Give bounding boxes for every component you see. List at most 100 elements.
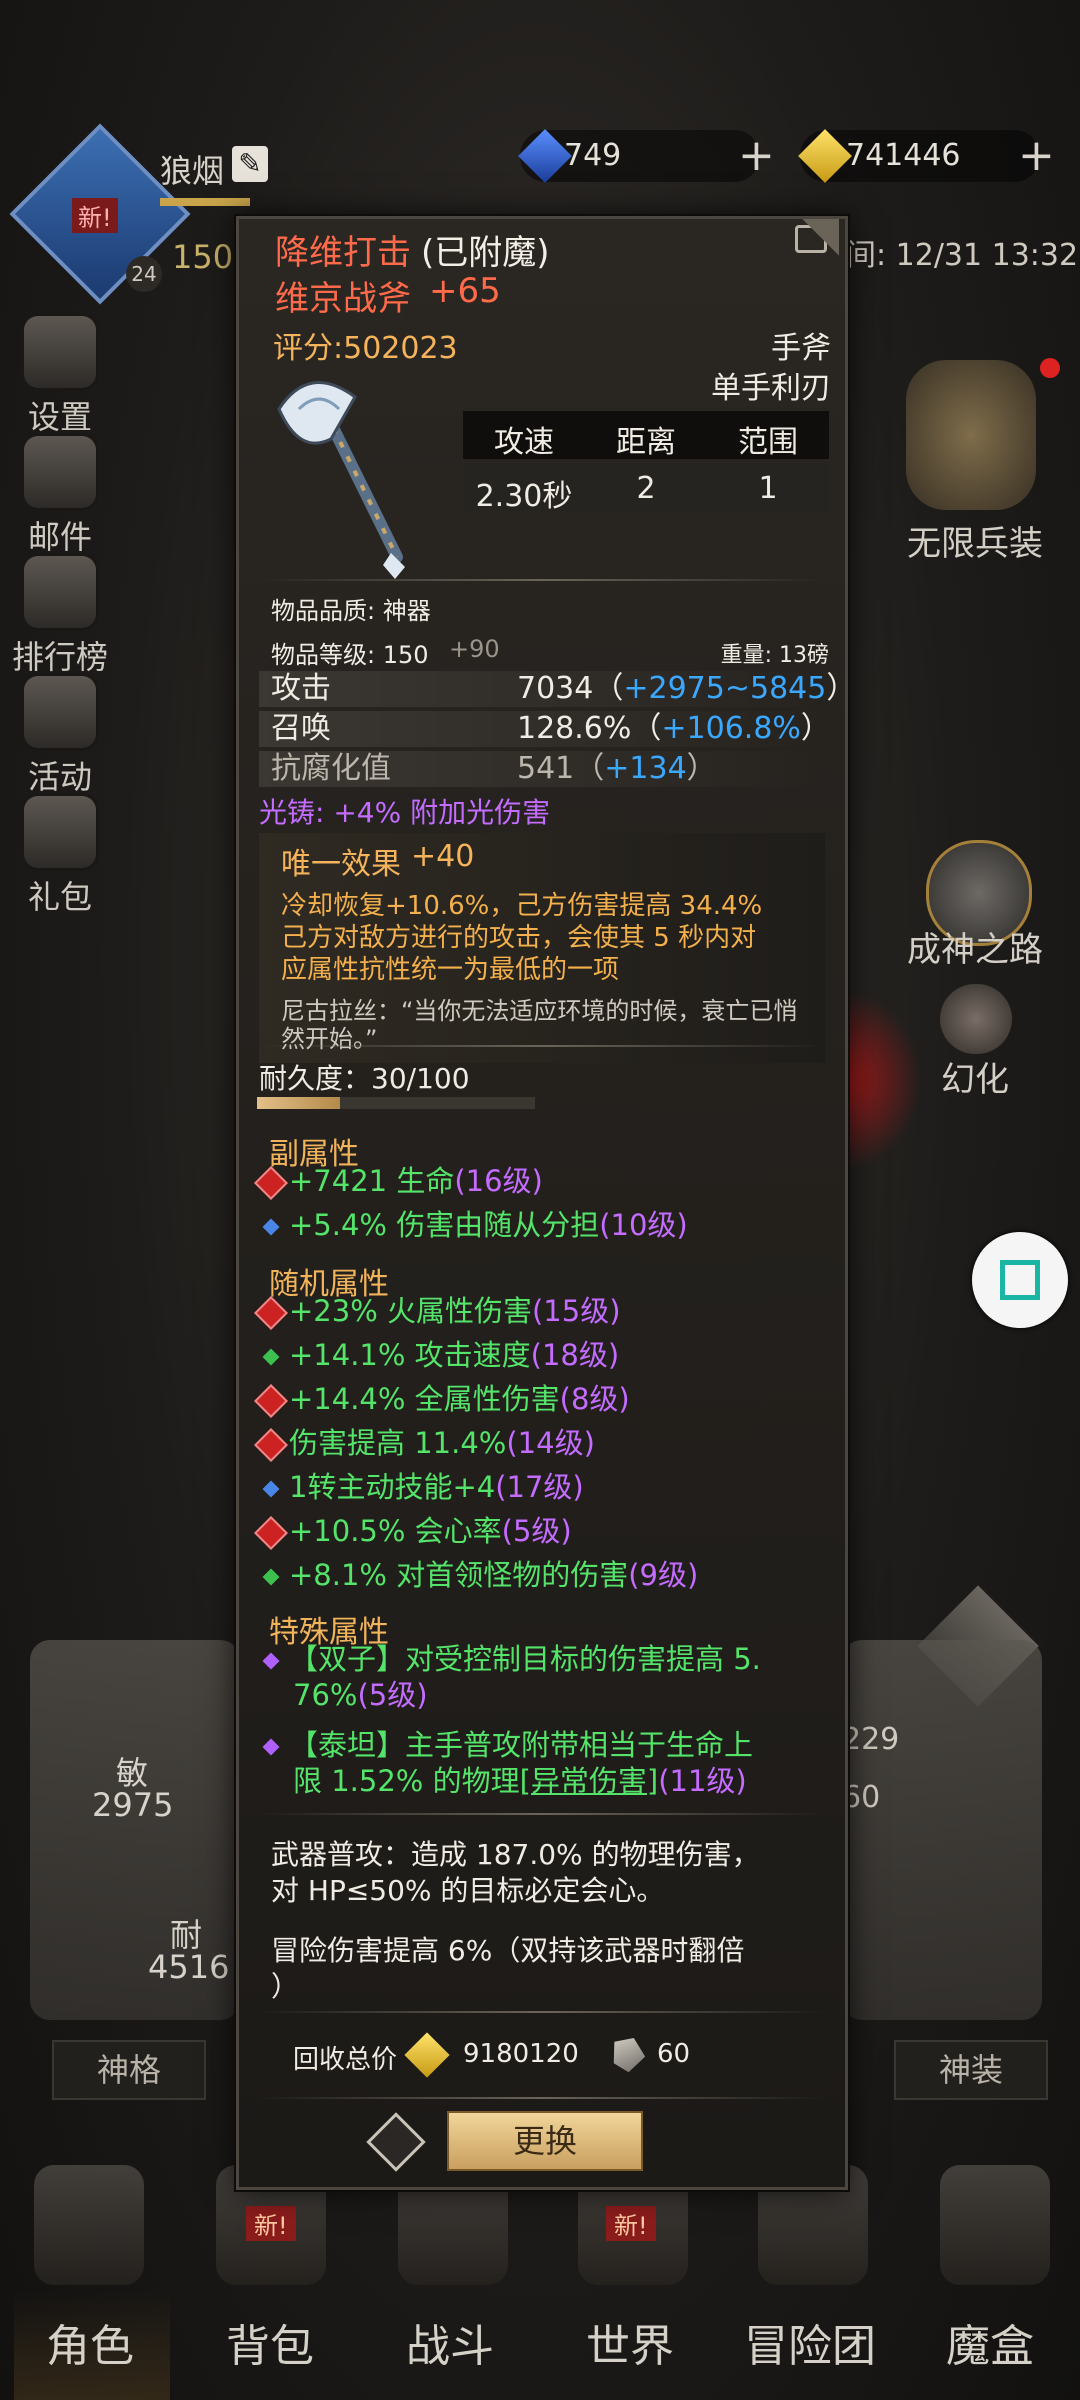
divinity-tab[interactable]: 神格	[52, 2040, 206, 2100]
nav-backpack[interactable]: 背包	[190, 2310, 350, 2374]
special-attr-2: 【泰坦】主手普攻附带相当于生命上	[259, 1727, 753, 1763]
nav-battle[interactable]: 战斗	[370, 2310, 530, 2374]
infinite-weapon-icon[interactable]	[906, 360, 1036, 510]
item-weight: 重量: 13磅	[720, 643, 829, 668]
item-quality: 物品品质: 神器	[271, 597, 431, 625]
red-diamond-icon	[254, 1166, 288, 1200]
random-attr-6-level: (5级)	[501, 1514, 572, 1548]
leaderboard-icon	[24, 556, 96, 628]
mail-button[interactable]: 邮件	[10, 436, 110, 558]
stat-value-summon: 128.6%（+106.8%）	[517, 711, 831, 747]
stat-label-summon: 召唤	[271, 711, 331, 746]
shard-icon	[606, 2032, 650, 2076]
enchant-status: (已附魔)	[421, 233, 550, 273]
transform-icon[interactable]	[940, 984, 1012, 1054]
green-diamond-icon	[262, 1348, 280, 1366]
corruption-base: 541（	[517, 751, 605, 786]
stat-row-corruption: 抗腐化值 541（+134）	[259, 751, 819, 787]
settings-button[interactable]: 设置	[10, 316, 110, 438]
divider	[259, 2097, 825, 2099]
special-attr-2-line-1: 【泰坦】主手普攻附带相当于生命上	[289, 1728, 754, 1762]
unique-effect-title: 唯一效果	[281, 847, 401, 882]
random-attr-2-text: +14.1% 攻击速度	[289, 1338, 531, 1372]
level-badge: 24	[126, 256, 162, 292]
events-button[interactable]: 活动	[10, 676, 110, 798]
enchant-name: 降维打击	[275, 233, 411, 273]
viking-axe-icon	[277, 381, 405, 579]
special-attr-1-cont: 76%(5级)	[293, 1677, 428, 1713]
add-diamond-button[interactable]: +	[738, 130, 775, 182]
event-time: 间: 12/31 13:32	[846, 238, 1079, 273]
gift-button[interactable]: 礼包	[10, 796, 110, 918]
stats-parchment-right	[842, 1640, 1042, 2020]
random-attr-7: +8.1% 对首领怪物的伤害(9级)	[259, 1557, 698, 1593]
red-diamond-icon	[254, 1516, 288, 1550]
nav-adventure-team[interactable]: 冒险团	[730, 2310, 890, 2374]
recycle-shard-amount: 60	[657, 2039, 691, 2069]
avatar-new-badge: 新!	[72, 198, 118, 233]
sub-attr-2: +5.4% 伤害由随从分担(10级)	[259, 1207, 688, 1243]
summon-bonus: +106.8%	[661, 711, 801, 746]
god-equip-tab[interactable]: 神装	[894, 2040, 1048, 2100]
green-diamond-icon	[262, 1568, 280, 1586]
recycle-label: 回收总价	[293, 2045, 398, 2075]
random-attr-1-level: (15级)	[531, 1294, 621, 1328]
random-attr-1: +23% 火属性伤害(15级)	[254, 1293, 621, 1330]
random-attr-3-text: +14.4% 全属性伤害	[289, 1382, 560, 1416]
special-attr-1-line-2: 76%	[293, 1678, 358, 1712]
adventure-damage-desc-2: ）	[271, 1970, 300, 2003]
corner-decoration	[779, 219, 839, 279]
stat-value-attack: 7034（+2975~5845）	[517, 671, 856, 707]
gold-amount: 741446	[846, 138, 961, 173]
value-distance: 2	[636, 471, 656, 506]
corruption-bonus: +134	[604, 751, 687, 786]
world-new-badge: 新!	[606, 2206, 656, 2241]
stat-row-attack: 攻击 7034（+2975~5845）	[259, 671, 856, 707]
nav-world[interactable]: 世界	[550, 2310, 710, 2374]
share-icon[interactable]	[366, 2112, 426, 2172]
mail-label: 邮件	[27, 518, 92, 556]
backpack-new-badge: 新!	[246, 2206, 296, 2241]
weapon-attack-desc-1: 武器普攻：造成 187.0% 的物理伤害，	[271, 1838, 760, 1871]
events-icon	[24, 676, 96, 748]
weapon-stats-table: 攻速 距离 范围 2.30秒 2 1	[463, 411, 829, 514]
diamond-amount: 749	[564, 138, 622, 173]
abnormal-damage-link[interactable]: [异常伤害]	[520, 1764, 659, 1798]
godhood-road-label: 成神之路	[907, 930, 1043, 970]
unique-effect-desc-3: 应属性抗性统一为最低的一项	[281, 955, 620, 985]
sub-attr-1-level: (16级)	[454, 1164, 543, 1198]
random-attr-6: +10.5% 会心率(5级)	[254, 1513, 572, 1550]
nav-character[interactable]: 角色	[10, 2310, 170, 2374]
nav-magic-box[interactable]: 魔盒	[910, 2310, 1070, 2374]
weapon-attack-desc-2: 对 HP≤50% 的目标必定会心。	[271, 1874, 665, 1907]
corruption-end: ）	[686, 751, 717, 786]
mail-icon	[24, 436, 96, 508]
sub-attr-2-level: (10级)	[599, 1208, 688, 1242]
summon-end: ）	[800, 711, 831, 746]
unique-effect-plus: +40	[411, 839, 475, 874]
adventure-damage-desc-1: 冒险伤害提高 6%（双持该武器时翻倍	[271, 1934, 745, 1967]
gift-icon	[24, 796, 96, 868]
gold-coin-icon	[404, 2032, 450, 2078]
random-attr-4-level: (14级)	[506, 1426, 595, 1460]
value-attack-speed: 2.30秒	[475, 479, 573, 514]
blue-diamond-icon	[262, 1480, 280, 1498]
random-attr-7-text: +8.1% 对首领怪物的伤害	[289, 1558, 629, 1592]
add-gold-button[interactable]: +	[1018, 130, 1055, 182]
item-name: 维京战斧	[275, 279, 411, 319]
replace-button[interactable]: 更换	[447, 2111, 643, 2171]
special-attr-1-level: (5级)	[357, 1678, 428, 1712]
item-level-bonus: +90	[449, 635, 500, 663]
edit-name-icon[interactable]: ✎	[232, 146, 268, 182]
cube-icon	[1000, 1260, 1040, 1300]
random-attr-4: 伤害提高 11.4%(14级)	[254, 1425, 595, 1462]
character-nav-icon	[34, 2165, 144, 2285]
purple-diamond-icon	[262, 1738, 280, 1756]
red-diamond-icon	[254, 1384, 288, 1418]
attack-bonus: +2975~5845	[623, 671, 827, 706]
item-score: 评分:502023	[273, 331, 458, 366]
leaderboard-button[interactable]: 排行榜	[10, 556, 110, 678]
stat-label-attack: 攻击	[271, 671, 331, 706]
special-attr-2-level: (11级)	[658, 1764, 747, 1798]
light-cast-bonus: 光铸: +4% 附加光伤害	[259, 796, 551, 829]
